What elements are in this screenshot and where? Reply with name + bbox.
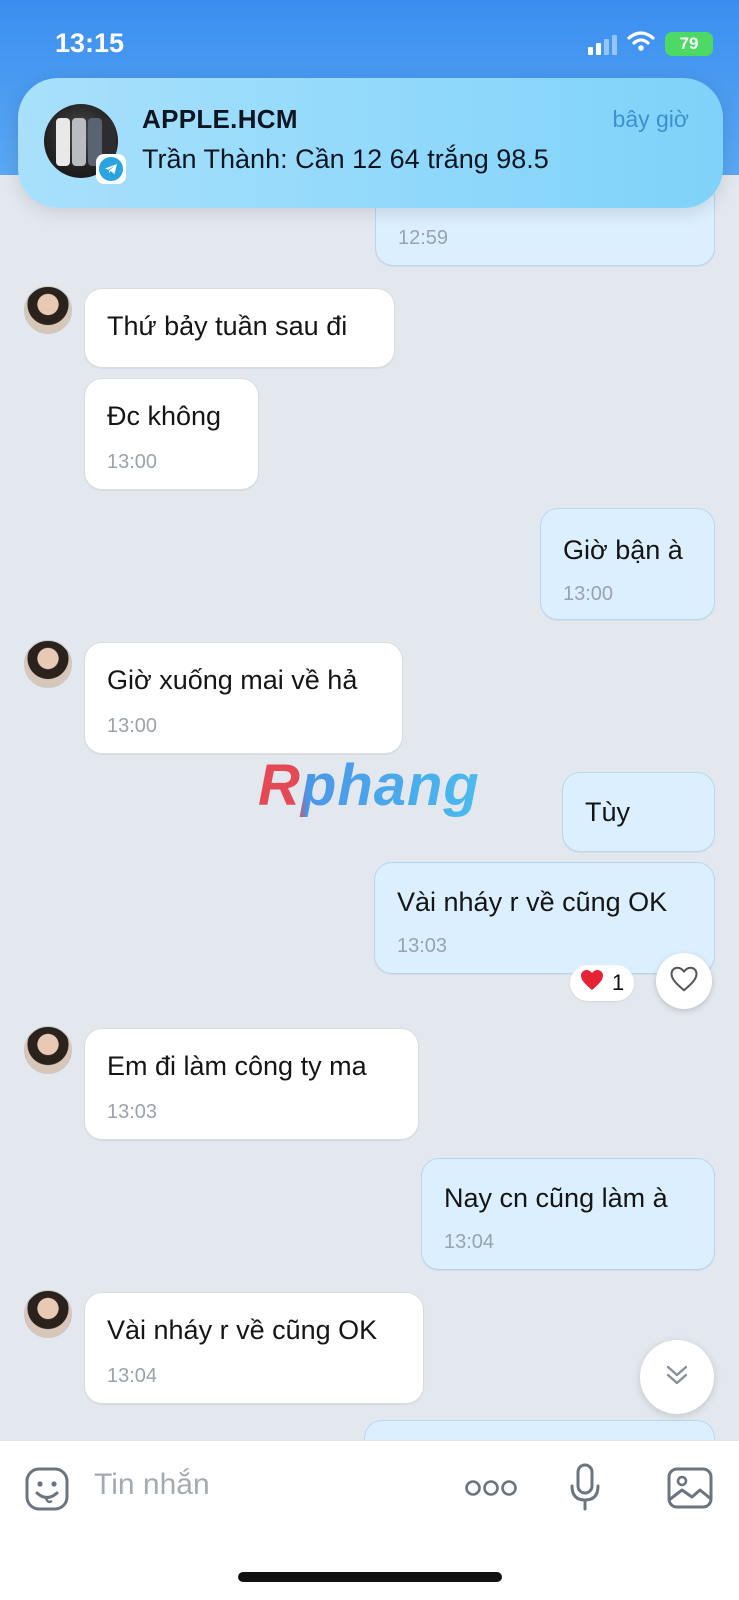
chevron-double-down-icon xyxy=(664,1363,690,1392)
message-in[interactable]: Đc không 13:00 xyxy=(84,378,259,490)
more-icon[interactable] xyxy=(464,1478,518,1503)
battery-indicator: 79 xyxy=(665,31,713,56)
message-in[interactable]: Giờ xuống mai về hả 13:00 xyxy=(84,642,403,754)
microphone-icon[interactable] xyxy=(568,1462,602,1517)
chat-area[interactable]: 12:59 Thứ bảy tuần sau đi Đc không 13:00… xyxy=(0,0,739,1460)
message-out[interactable]: Giờ bận à 13:00 xyxy=(540,508,715,620)
message-time: 13:04 xyxy=(444,1231,495,1253)
status-icons: 79 xyxy=(588,30,713,57)
react-heart-button[interactable] xyxy=(656,953,712,1009)
avatar[interactable] xyxy=(24,640,72,688)
message-time: 13:03 xyxy=(397,935,448,957)
message-time: 12:59 xyxy=(398,227,449,249)
avatar[interactable] xyxy=(24,1290,72,1338)
message-text: Em đi làm công ty ma xyxy=(107,1051,367,1081)
message-in[interactable]: Em đi làm công ty ma 13:03 xyxy=(84,1028,419,1140)
message-text: Vài nháy r về cũng OK xyxy=(397,887,668,917)
notification-body: Trần Thành: Cần 12 64 trắng 98.5 xyxy=(142,144,549,174)
gallery-icon[interactable] xyxy=(666,1466,714,1515)
message-time: 13:00 xyxy=(107,715,158,737)
home-indicator[interactable] xyxy=(238,1572,502,1582)
reaction-count: 1 xyxy=(612,970,625,995)
message-in[interactable]: Thứ bảy tuần sau đi xyxy=(84,288,395,368)
message-out[interactable]: Nay cn cũng làm à 13:04 xyxy=(421,1158,715,1270)
message-text: Giờ bận à xyxy=(563,535,683,565)
message-text: Đc không xyxy=(107,401,222,431)
message-text: Tùy xyxy=(585,797,631,827)
message-time: 13:04 xyxy=(107,1365,158,1387)
message-text: Giờ xuống mai về hả xyxy=(107,665,358,695)
signal-icon xyxy=(588,33,617,55)
telegram-icon xyxy=(96,154,126,184)
message-time: 13:00 xyxy=(107,451,158,473)
sticker-icon[interactable] xyxy=(24,1466,70,1517)
message-input[interactable]: Tin nhắn xyxy=(94,1468,210,1502)
watermark-logo: Rphang xyxy=(258,753,480,818)
notification-banner[interactable]: APPLE.HCM bây giờ Trần Thành: Cần 12 64 … xyxy=(18,78,723,208)
status-time: 13:15 xyxy=(55,28,125,58)
message-time: 13:00 xyxy=(563,583,614,605)
avatar[interactable] xyxy=(24,286,72,334)
notification-title: APPLE.HCM xyxy=(142,104,298,134)
scroll-to-bottom-button[interactable] xyxy=(640,1340,714,1414)
message-out[interactable]: Tùy xyxy=(562,772,715,852)
message-text: Vài nháy r về cũng OK xyxy=(107,1315,378,1345)
notification-time: bây giờ xyxy=(612,106,689,132)
heart-icon xyxy=(580,969,604,997)
message-time: 13:03 xyxy=(107,1101,158,1123)
message-text: Nay cn cũng làm à xyxy=(444,1183,668,1213)
message-out[interactable]: Vài nháy r về cũng OK 13:03 xyxy=(374,862,715,974)
avatar[interactable] xyxy=(24,1026,72,1074)
reaction-badge[interactable]: 1 xyxy=(570,965,635,1001)
heart-outline-icon xyxy=(669,965,699,998)
wifi-icon xyxy=(627,30,655,57)
message-in[interactable]: Vài nháy r về cũng OK 13:04 xyxy=(84,1292,424,1404)
message-text: Thứ bảy tuần sau đi xyxy=(107,311,348,341)
